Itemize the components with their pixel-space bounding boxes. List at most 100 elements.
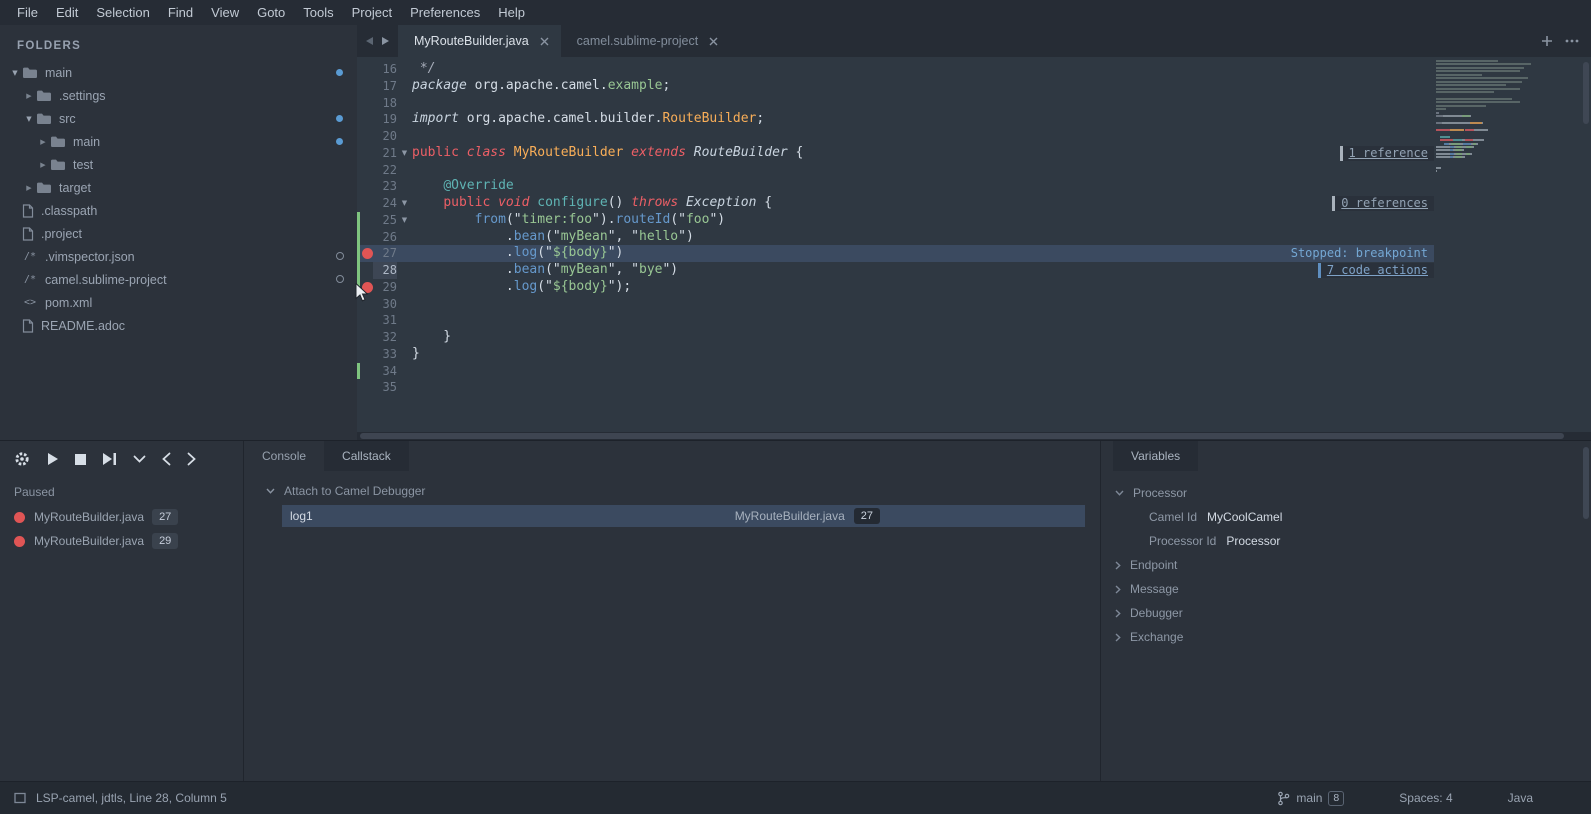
- indentation-status[interactable]: Spaces: 4: [1399, 791, 1452, 805]
- breakpoint-row[interactable]: MyRouteBuilder.java29: [0, 529, 243, 553]
- code-line-29[interactable]: 29 .log("${body}");: [357, 279, 1434, 296]
- menu-item-tools[interactable]: Tools: [294, 0, 342, 25]
- code-line-30[interactable]: 30: [357, 296, 1434, 313]
- back-button[interactable]: [162, 452, 171, 466]
- chevron-down-icon: ▼: [8, 69, 22, 77]
- menu-item-file[interactable]: File: [8, 0, 47, 25]
- git-status[interactable]: main 8: [1277, 791, 1344, 806]
- fold-arrow-icon[interactable]: ▼: [397, 212, 412, 229]
- tab-variables[interactable]: Variables: [1113, 441, 1198, 471]
- step-over-button[interactable]: [102, 452, 117, 466]
- tab-scroll-left-icon[interactable]: [365, 36, 374, 46]
- panel-vertical-scrollbar[interactable]: [1583, 447, 1589, 519]
- gutter: 18: [357, 95, 412, 112]
- code-line-21[interactable]: 21▼public class MyRouteBuilder extends R…: [357, 145, 1434, 162]
- code-line-31[interactable]: 31: [357, 312, 1434, 329]
- breakpoint-row[interactable]: MyRouteBuilder.java27: [0, 505, 243, 529]
- code-line-32[interactable]: 32 }: [357, 329, 1434, 346]
- frame-location: MyRouteBuilder.java27: [735, 508, 880, 524]
- sidebar-item-test[interactable]: ▶test: [0, 153, 357, 176]
- code-line-23[interactable]: 23 @Override: [357, 178, 1434, 195]
- minimap[interactable]: [1436, 60, 1568, 180]
- sidebar-item-main[interactable]: ▼main: [0, 61, 357, 84]
- stack-frame-row[interactable]: log1MyRouteBuilder.java27: [282, 505, 1085, 527]
- tab-callstack[interactable]: Callstack: [324, 441, 409, 471]
- code-line-24[interactable]: 24▼ public void configure() throws Excep…: [357, 195, 1434, 212]
- editor-vertical-scrollbar[interactable]: [1583, 62, 1589, 124]
- variable-child-row[interactable]: Camel IdMyCoolCamel: [1101, 505, 1591, 529]
- tab-camel-sublime-project[interactable]: camel.sublime-project: [561, 25, 731, 57]
- menu-item-preferences[interactable]: Preferences: [401, 0, 489, 25]
- breakpoint-icon[interactable]: [362, 248, 373, 259]
- sidebar-item-vimspector-json[interactable]: /*.vimspector.json: [0, 245, 357, 268]
- line-number: 17: [373, 78, 397, 95]
- sidebar-item-project[interactable]: .project: [0, 222, 357, 245]
- sidebar-item-readme-adoc[interactable]: README.adoc: [0, 314, 357, 337]
- code-line-25[interactable]: 25▼ from("timer:foo").routeId("foo"): [357, 212, 1434, 229]
- sidebar-item-main[interactable]: ▶main: [0, 130, 357, 153]
- panel-toggle-icon[interactable]: [14, 792, 26, 804]
- code-line-27[interactable]: 27 .log("${body}")Stopped: breakpoint: [357, 245, 1434, 262]
- horizontal-scrollbar-thumb[interactable]: [360, 433, 1564, 439]
- sidebar-item-classpath[interactable]: .classpath: [0, 199, 357, 222]
- menu-item-project[interactable]: Project: [343, 0, 401, 25]
- tab-scroll-right-icon[interactable]: [381, 36, 390, 46]
- thread-label: Attach to Camel Debugger: [284, 484, 425, 498]
- sidebar-item-src[interactable]: ▼src: [0, 107, 357, 130]
- code-line-18[interactable]: 18: [357, 95, 1434, 112]
- sidebar-item-settings[interactable]: ▶.settings: [0, 84, 357, 107]
- code-line-20[interactable]: 20: [357, 128, 1434, 145]
- expand-button[interactable]: [133, 455, 146, 463]
- console-callstack-tabs: ConsoleCallstack: [244, 441, 1100, 471]
- overflow-menu-icon[interactable]: [1565, 39, 1579, 43]
- gutter: 33: [357, 346, 412, 363]
- settings-button[interactable]: [14, 451, 30, 467]
- menu-item-help[interactable]: Help: [489, 0, 534, 25]
- play-button[interactable]: [46, 452, 59, 466]
- close-icon[interactable]: [540, 37, 549, 46]
- editor[interactable]: 16 */17package org.apache.camel.example;…: [357, 57, 1591, 432]
- fold-arrow-icon[interactable]: ▼: [397, 145, 412, 162]
- tab-myroutebuilder-java[interactable]: MyRouteBuilder.java: [398, 25, 561, 57]
- annotation-ref[interactable]: 1 reference: [1340, 146, 1434, 161]
- new-tab-icon[interactable]: [1541, 35, 1553, 47]
- variable-row-endpoint[interactable]: Endpoint: [1101, 553, 1591, 577]
- annotation-action[interactable]: 7 code actions: [1318, 263, 1434, 278]
- stop-button[interactable]: [75, 454, 86, 465]
- annotation-ref[interactable]: 0 references: [1332, 196, 1434, 211]
- menu-item-find[interactable]: Find: [159, 0, 202, 25]
- menu-item-goto[interactable]: Goto: [248, 0, 294, 25]
- code-line-34[interactable]: 34: [357, 363, 1434, 380]
- breakpoint-icon[interactable]: [362, 282, 373, 293]
- variable-child-row[interactable]: Processor IdProcessor: [1101, 529, 1591, 553]
- thread-header[interactable]: Attach to Camel Debugger: [244, 471, 1100, 505]
- menu-item-edit[interactable]: Edit: [47, 0, 87, 25]
- sidebar-item-target[interactable]: ▶target: [0, 176, 357, 199]
- diff-slot: [357, 145, 360, 162]
- tab-console[interactable]: Console: [244, 441, 324, 471]
- code-line-28[interactable]: 28 .bean("myBean", "bye")7 code actions: [357, 262, 1434, 279]
- sidebar-item-camel-sublime-project[interactable]: /*camel.sublime-project: [0, 268, 357, 291]
- forward-button[interactable]: [187, 452, 196, 466]
- menu-item-selection[interactable]: Selection: [87, 0, 158, 25]
- menu-item-view[interactable]: View: [202, 0, 248, 25]
- sidebar-item-pom-xml[interactable]: <>pom.xml: [0, 291, 357, 314]
- code-line-35[interactable]: 35: [357, 379, 1434, 396]
- paused-label: Paused: [0, 473, 243, 505]
- variable-row-exchange[interactable]: Exchange: [1101, 625, 1591, 649]
- horizontal-scrollbar[interactable]: [357, 432, 1591, 440]
- code-line-26[interactable]: 26 .bean("myBean", "hello"): [357, 229, 1434, 246]
- code-line-16[interactable]: 16 */: [357, 61, 1434, 78]
- variable-row-debugger[interactable]: Debugger: [1101, 601, 1591, 625]
- variable-row-processor[interactable]: Processor: [1101, 481, 1591, 505]
- close-icon[interactable]: [709, 37, 718, 46]
- code-line-19[interactable]: 19import org.apache.camel.builder.RouteB…: [357, 111, 1434, 128]
- code-line-22[interactable]: 22: [357, 162, 1434, 179]
- code-line-17[interactable]: 17package org.apache.camel.example;: [357, 78, 1434, 95]
- minimap-line: [1436, 173, 1568, 175]
- code-line-33[interactable]: 33}: [357, 346, 1434, 363]
- syntax-status[interactable]: Java: [1508, 791, 1533, 805]
- variable-row-message[interactable]: Message: [1101, 577, 1591, 601]
- fold-arrow-icon[interactable]: ▼: [397, 195, 412, 212]
- git-branch-icon: [1277, 791, 1290, 806]
